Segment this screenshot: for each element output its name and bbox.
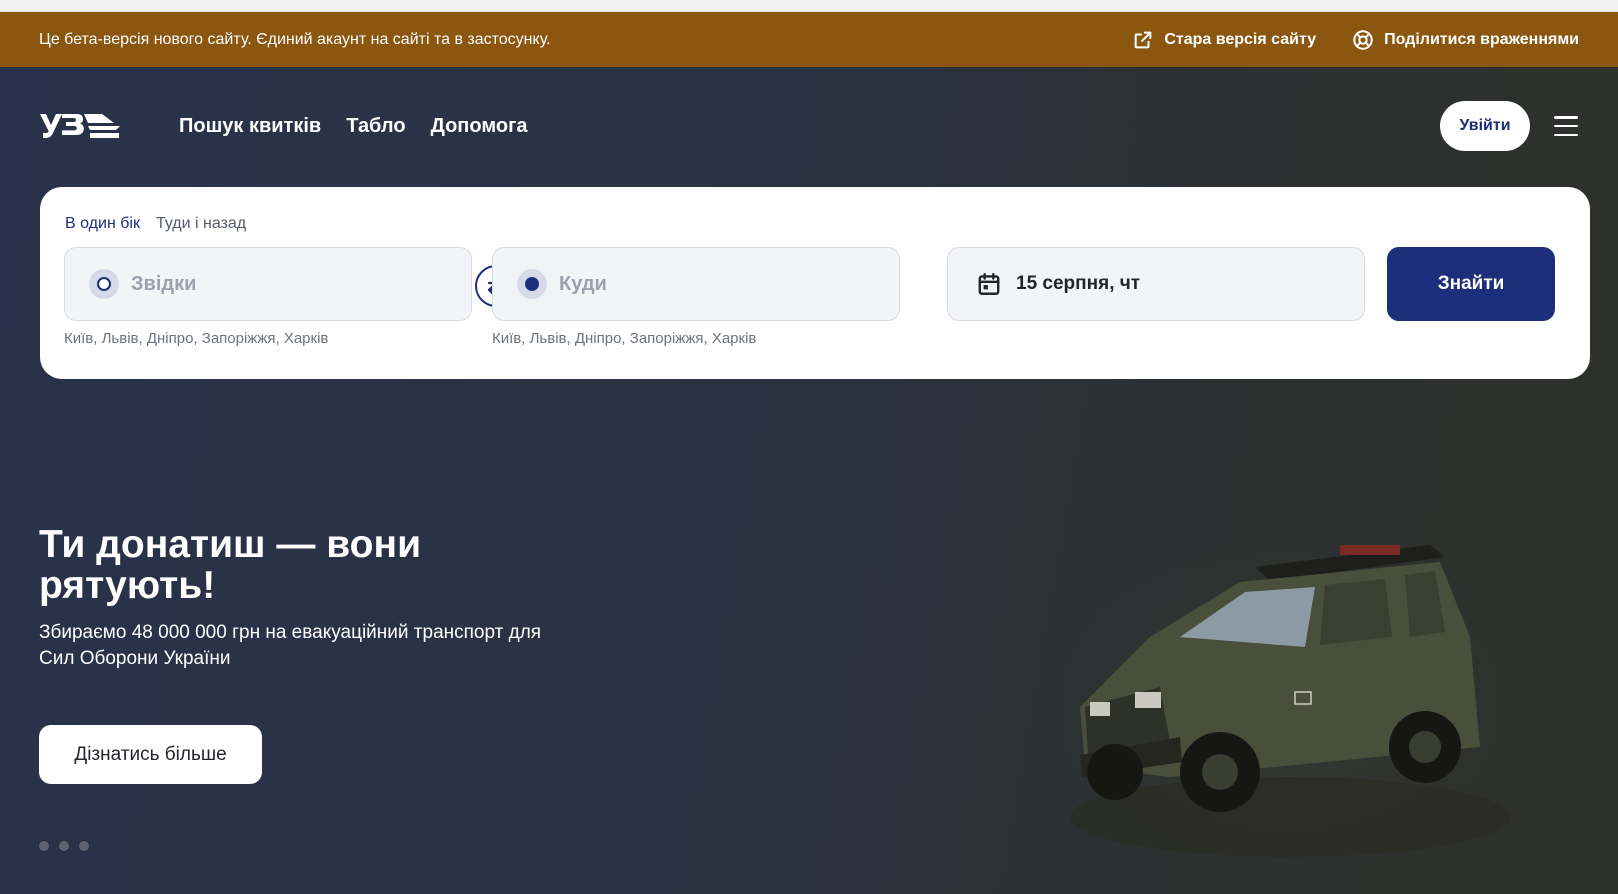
from-popular-cities: Київ, Львів, Дніпро, Запоріжжя, Харків — [64, 330, 329, 347]
origin-circle-icon — [89, 269, 119, 299]
browser-top-strip — [0, 0, 1618, 12]
trip-type-tabs: В один бік Туди і назад — [65, 215, 246, 233]
carousel-dots — [39, 841, 89, 851]
destination-dot-icon — [517, 269, 547, 299]
nav-item-help[interactable]: Допомога — [431, 115, 528, 138]
nav-menu: Пошук квитків Табло Допомога — [179, 115, 528, 138]
date-picker[interactable]: 15 серпня, чт — [947, 247, 1365, 321]
feedback-label: Поділитися враженнями — [1384, 30, 1579, 48]
military-vehicle-image — [1040, 507, 1540, 867]
uz-logo[interactable] — [40, 111, 120, 141]
date-value: 15 серпня, чт — [1016, 273, 1141, 294]
nav-right: Увійти — [1440, 101, 1578, 151]
feedback-link[interactable]: Поділитися враженнями — [1352, 29, 1579, 51]
to-field[interactable] — [492, 247, 900, 321]
search-card: В один бік Туди і назад Київ, Львів, Дні… — [40, 187, 1590, 379]
nav-item-timetable[interactable]: Табло — [346, 115, 405, 138]
hero-section: Пошук квитків Табло Допомога Увійти В од… — [0, 67, 1618, 894]
promo-title: Ти донатиш — вони рятують! — [39, 523, 422, 607]
lifebuoy-icon — [1353, 29, 1373, 50]
from-field[interactable] — [64, 247, 472, 321]
to-popular-cities: Київ, Львів, Дніпро, Запоріжжя, Харків — [492, 330, 757, 347]
old-version-link[interactable]: Стара версія сайту — [1132, 29, 1316, 51]
beta-banner: Це бета-версія нового сайту. Єдиний акау… — [0, 12, 1618, 67]
beta-message: Це бета-версія нового сайту. Єдиний акау… — [39, 30, 551, 48]
tab-round-trip[interactable]: Туди і назад — [156, 215, 246, 233]
from-input[interactable] — [131, 272, 431, 296]
carousel-dot[interactable] — [59, 841, 69, 851]
calendar-icon — [978, 273, 1000, 295]
old-version-label: Стара версія сайту — [1164, 30, 1317, 48]
carousel-dot[interactable] — [79, 841, 89, 851]
carousel-dot[interactable] — [39, 841, 49, 851]
main-nav: Пошук квитків Табло Допомога Увійти — [40, 101, 1578, 151]
nav-item-ticket-search[interactable]: Пошук квитків — [179, 115, 321, 138]
to-input[interactable] — [559, 272, 859, 296]
promo-subtitle: Збираємо 48 000 000 грн на евакуаційний … — [39, 622, 542, 669]
promo-block: Ти донатиш — вони рятують! Збираємо 48 0… — [39, 524, 559, 672]
learn-more-button[interactable]: Дізнатись більше — [39, 725, 262, 784]
login-button[interactable]: Увійти — [1440, 101, 1530, 151]
tab-one-way[interactable]: В один бік — [65, 215, 140, 233]
external-link-icon — [1134, 31, 1152, 48]
find-button[interactable]: Знайти — [1387, 247, 1555, 321]
hamburger-menu-icon[interactable] — [1554, 116, 1578, 136]
